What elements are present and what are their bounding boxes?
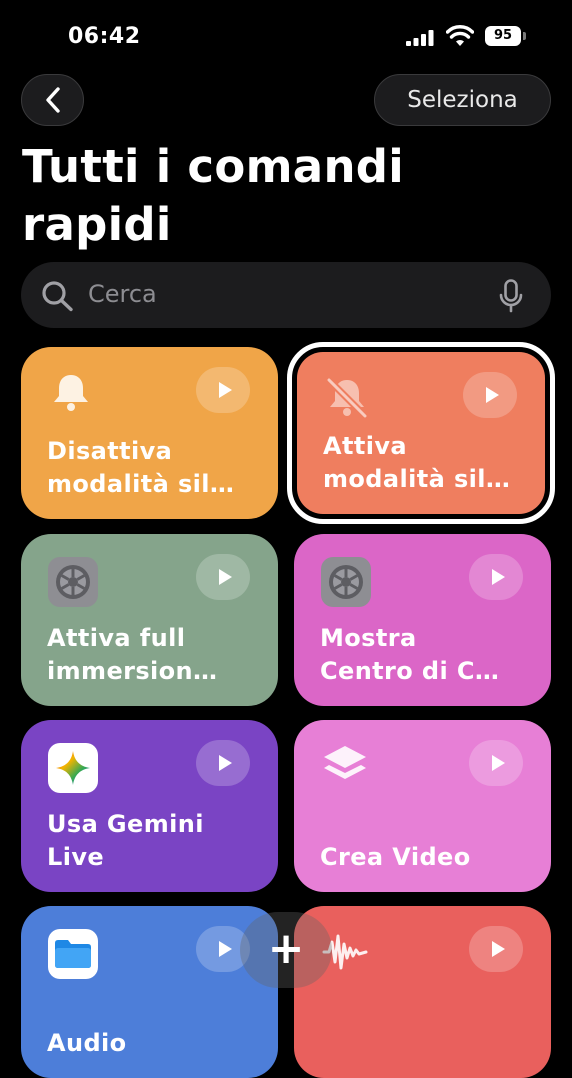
- search-bar[interactable]: Cerca: [21, 262, 551, 328]
- play-icon: [217, 940, 233, 958]
- shortcut-tile[interactable]: Usa Gemini Live: [21, 720, 278, 892]
- run-shortcut-button[interactable]: [469, 740, 523, 786]
- run-shortcut-button[interactable]: [196, 554, 250, 600]
- page-title: Tutti i comandi rapidi: [22, 140, 405, 251]
- shortcut-title: Mostra Centro di C…: [320, 624, 500, 685]
- files-app-icon: [47, 928, 98, 979]
- selection-ring: [287, 342, 555, 524]
- status-bar: 06:42 95: [0, 0, 572, 70]
- play-icon: [490, 940, 506, 958]
- shortcut-tile[interactable]: Crea Video: [294, 720, 551, 892]
- run-shortcut-button[interactable]: [196, 367, 250, 413]
- microphone-icon[interactable]: [499, 279, 523, 313]
- run-shortcut-button[interactable]: [469, 926, 523, 972]
- shortcut-title: Disattiva modalità sil…: [47, 437, 235, 498]
- cellular-signal-icon: [406, 30, 434, 46]
- run-shortcut-button[interactable]: [469, 554, 523, 600]
- chevron-left-icon: [45, 87, 60, 113]
- shortcut-tile[interactable]: Attiva full immersion…: [21, 534, 278, 706]
- plus-icon: +: [267, 923, 305, 974]
- shortcut-title: Attiva full immersion…: [47, 624, 218, 685]
- back-button[interactable]: [21, 74, 84, 126]
- status-time: 06:42: [68, 24, 141, 49]
- gemini-app-icon: [47, 742, 98, 793]
- battery-tip: [523, 32, 526, 40]
- search-input[interactable]: Cerca: [88, 280, 157, 308]
- shortcut-tile[interactable]: [294, 906, 551, 1078]
- layers-icon: [320, 742, 368, 790]
- shortcut-tile[interactable]: Mostra Centro di C…: [294, 534, 551, 706]
- select-button[interactable]: Seleziona: [374, 74, 551, 126]
- battery-indicator: 95: [485, 26, 521, 46]
- add-shortcut-button[interactable]: +: [240, 912, 332, 988]
- play-icon: [490, 754, 506, 772]
- play-icon: [217, 568, 233, 586]
- search-icon: [42, 281, 73, 312]
- shortcut-title: Audio: [47, 1029, 127, 1057]
- run-shortcut-button[interactable]: [196, 740, 250, 786]
- wifi-icon: [446, 25, 474, 46]
- play-icon: [217, 754, 233, 772]
- play-icon: [217, 381, 233, 399]
- bell-icon: [47, 369, 95, 417]
- shortcut-tile[interactable]: Audio: [21, 906, 278, 1078]
- settings-gear-icon: [47, 556, 98, 607]
- shortcut-title: Crea Video: [320, 843, 471, 871]
- settings-gear-icon: [320, 556, 371, 607]
- shortcut-title: Usa Gemini Live: [47, 810, 204, 871]
- play-icon: [490, 568, 506, 586]
- shortcut-tile[interactable]: Disattiva modalità sil…: [21, 347, 278, 519]
